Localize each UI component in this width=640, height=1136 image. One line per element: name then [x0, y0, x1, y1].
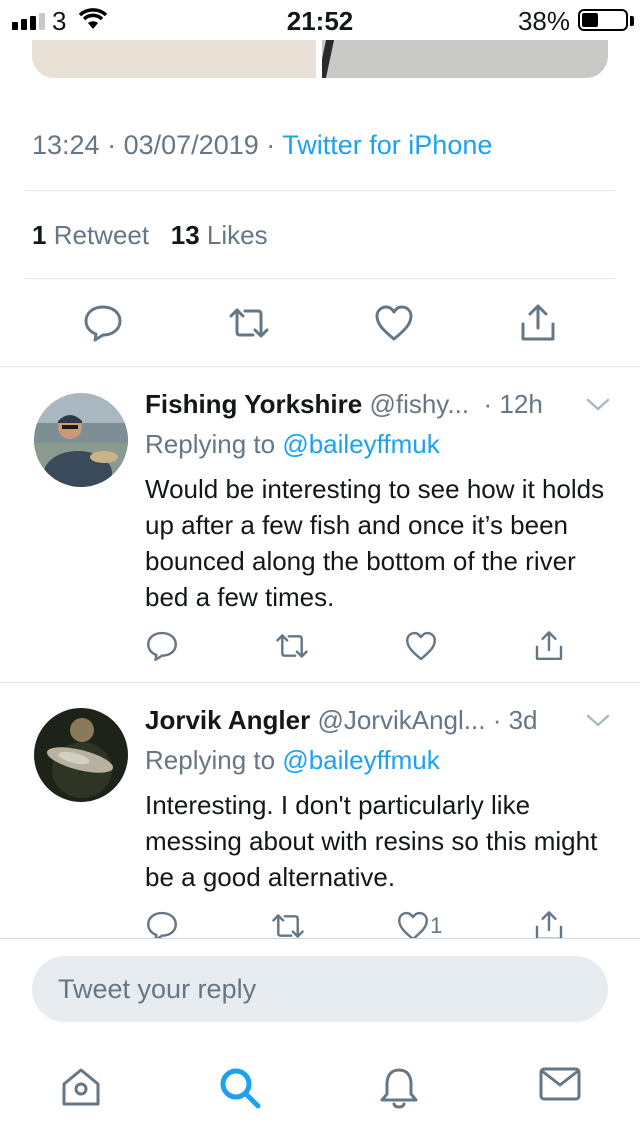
author-name[interactable]: Jorvik Angler	[145, 705, 310, 735]
separator: ·	[266, 130, 276, 160]
retweets-stat[interactable]: 1 Retweet	[32, 220, 149, 250]
battery-percentage: 38%	[517, 6, 570, 36]
tweet-media[interactable]	[32, 40, 608, 78]
mention-link[interactable]: @baileyffmuk	[282, 745, 439, 775]
like-button[interactable]: 1	[396, 909, 442, 938]
battery-nub	[630, 16, 634, 26]
home-icon[interactable]	[58, 1064, 104, 1110]
tweet-photo-1[interactable]	[32, 40, 316, 78]
reply-button[interactable]	[82, 302, 124, 344]
author-handle[interactable]: @JorvikAngl...	[317, 705, 485, 735]
like-heart-icon	[375, 305, 413, 341]
avatar[interactable]	[34, 708, 128, 802]
like-button[interactable]	[373, 302, 415, 344]
retweet-label: Retweet	[53, 220, 150, 250]
reply-button[interactable]	[145, 909, 179, 938]
retweet-icon	[271, 914, 304, 938]
battery-level-fill	[582, 13, 598, 27]
like-count: 1	[430, 913, 443, 938]
reply-tweet[interactable]: Fishing Yorkshire @fishy... · 12h Replyi…	[0, 367, 640, 682]
like-label: Likes	[206, 220, 268, 250]
share-icon	[535, 631, 563, 661]
divider	[24, 190, 616, 191]
retweet-button[interactable]	[270, 909, 306, 938]
tab-bar	[0, 1054, 640, 1124]
reply-action-bar: 1	[145, 909, 565, 938]
share-button[interactable]	[533, 909, 565, 938]
reply-header: Jorvik Angler @JorvikAngl... · 3d	[145, 705, 538, 736]
retweet-button[interactable]	[227, 302, 271, 344]
messages-envelope-icon[interactable]	[538, 1064, 582, 1104]
tweet-timestamp: 13:24 · 03/07/2019 · Twitter for iPhone	[32, 130, 492, 161]
reply-text: Would be interesting to see how it holds…	[145, 474, 605, 612]
reply-icon	[84, 305, 122, 342]
tweet-source-link[interactable]: Twitter for iPhone	[282, 130, 492, 160]
divider	[0, 938, 640, 939]
battery-icon	[578, 9, 628, 31]
tweet-action-bar	[82, 302, 558, 344]
retweet-icon	[229, 308, 269, 338]
reply-input[interactable]	[32, 956, 608, 1022]
chevron-down-icon[interactable]	[586, 397, 610, 413]
reply-header: Fishing Yorkshire @fishy... · 12h	[145, 389, 543, 420]
like-heart-icon	[406, 631, 437, 661]
retweet-icon	[275, 634, 308, 658]
reply-tweet[interactable]: Jorvik Angler @JorvikAngl... · 3d Replyi…	[0, 683, 640, 938]
like-count: 13	[170, 220, 200, 250]
tweet-stats: 1 Retweet 13 Likes	[32, 220, 268, 251]
share-button[interactable]	[518, 302, 558, 344]
divider	[24, 278, 616, 279]
retweet-count: 1	[32, 220, 47, 250]
reply-icon	[147, 911, 177, 938]
tweet-time: 13:24	[32, 130, 100, 160]
like-button[interactable]	[404, 629, 438, 663]
tweet-photo-2[interactable]	[322, 40, 608, 78]
angler-with-fish-photo	[34, 708, 128, 802]
share-button[interactable]	[533, 629, 565, 663]
reply-button[interactable]	[145, 629, 179, 663]
replying-prefix: Replying to	[145, 429, 276, 459]
replying-to: Replying to @baileyffmuk	[145, 745, 440, 776]
chevron-down-icon[interactable]	[586, 713, 610, 729]
replying-prefix: Replying to	[145, 745, 276, 775]
reply-action-bar	[145, 629, 565, 663]
likes-stat[interactable]: 13 Likes	[171, 220, 268, 250]
reply-icon	[147, 631, 177, 661]
search-icon[interactable]	[216, 1064, 264, 1112]
fisherman-photo	[34, 393, 128, 487]
reply-age: · 12h	[483, 389, 543, 419]
tweet-date: 03/07/2019	[123, 130, 259, 160]
mention-link[interactable]: @baileyffmuk	[282, 429, 439, 459]
replying-to: Replying to @baileyffmuk	[145, 429, 440, 460]
share-icon	[521, 304, 555, 341]
like-heart-icon	[398, 911, 429, 938]
notifications-bell-icon[interactable]	[376, 1064, 422, 1112]
reply-age: · 3d	[492, 705, 538, 735]
retweet-button[interactable]	[274, 629, 310, 663]
author-name[interactable]: Fishing Yorkshire	[145, 389, 362, 419]
share-icon	[535, 911, 563, 938]
separator: ·	[107, 130, 117, 160]
author-handle[interactable]: @fishy...	[369, 389, 469, 419]
status-bar: 3 21:52 38%	[0, 0, 640, 40]
reply-composer[interactable]	[32, 956, 608, 1022]
avatar[interactable]	[34, 393, 128, 487]
reply-text: Interesting. I don't particularly like m…	[145, 790, 598, 892]
